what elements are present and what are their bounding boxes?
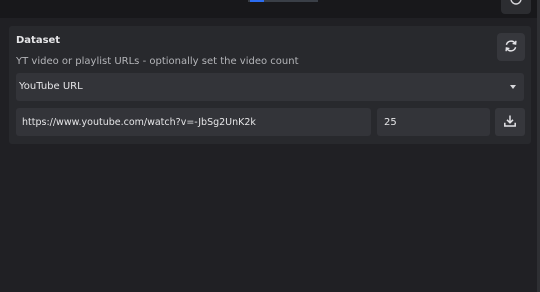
source-type-value: YouTube URL [19, 81, 83, 92]
refresh-button[interactable] [497, 33, 525, 61]
dataset-subtitle: YT video or playlist URLs - optionally s… [16, 56, 299, 67]
video-count-input[interactable] [377, 108, 490, 136]
app-window: Dataset YT video or playlist URLs - opti… [0, 0, 540, 292]
dataset-card: Dataset YT video or playlist URLs - opti… [9, 26, 531, 144]
download-button[interactable] [495, 108, 525, 136]
top-action-button[interactable] [501, 0, 531, 14]
caret-down-icon [510, 85, 516, 89]
dataset-title: Dataset [16, 35, 61, 46]
top-bar [0, 0, 540, 18]
url-input[interactable] [16, 108, 371, 136]
source-type-select[interactable]: YouTube URL [16, 73, 524, 101]
power-icon [509, 0, 523, 10]
refresh-icon [504, 38, 518, 57]
download-icon [503, 113, 517, 132]
active-tab-indicator [248, 0, 318, 2]
